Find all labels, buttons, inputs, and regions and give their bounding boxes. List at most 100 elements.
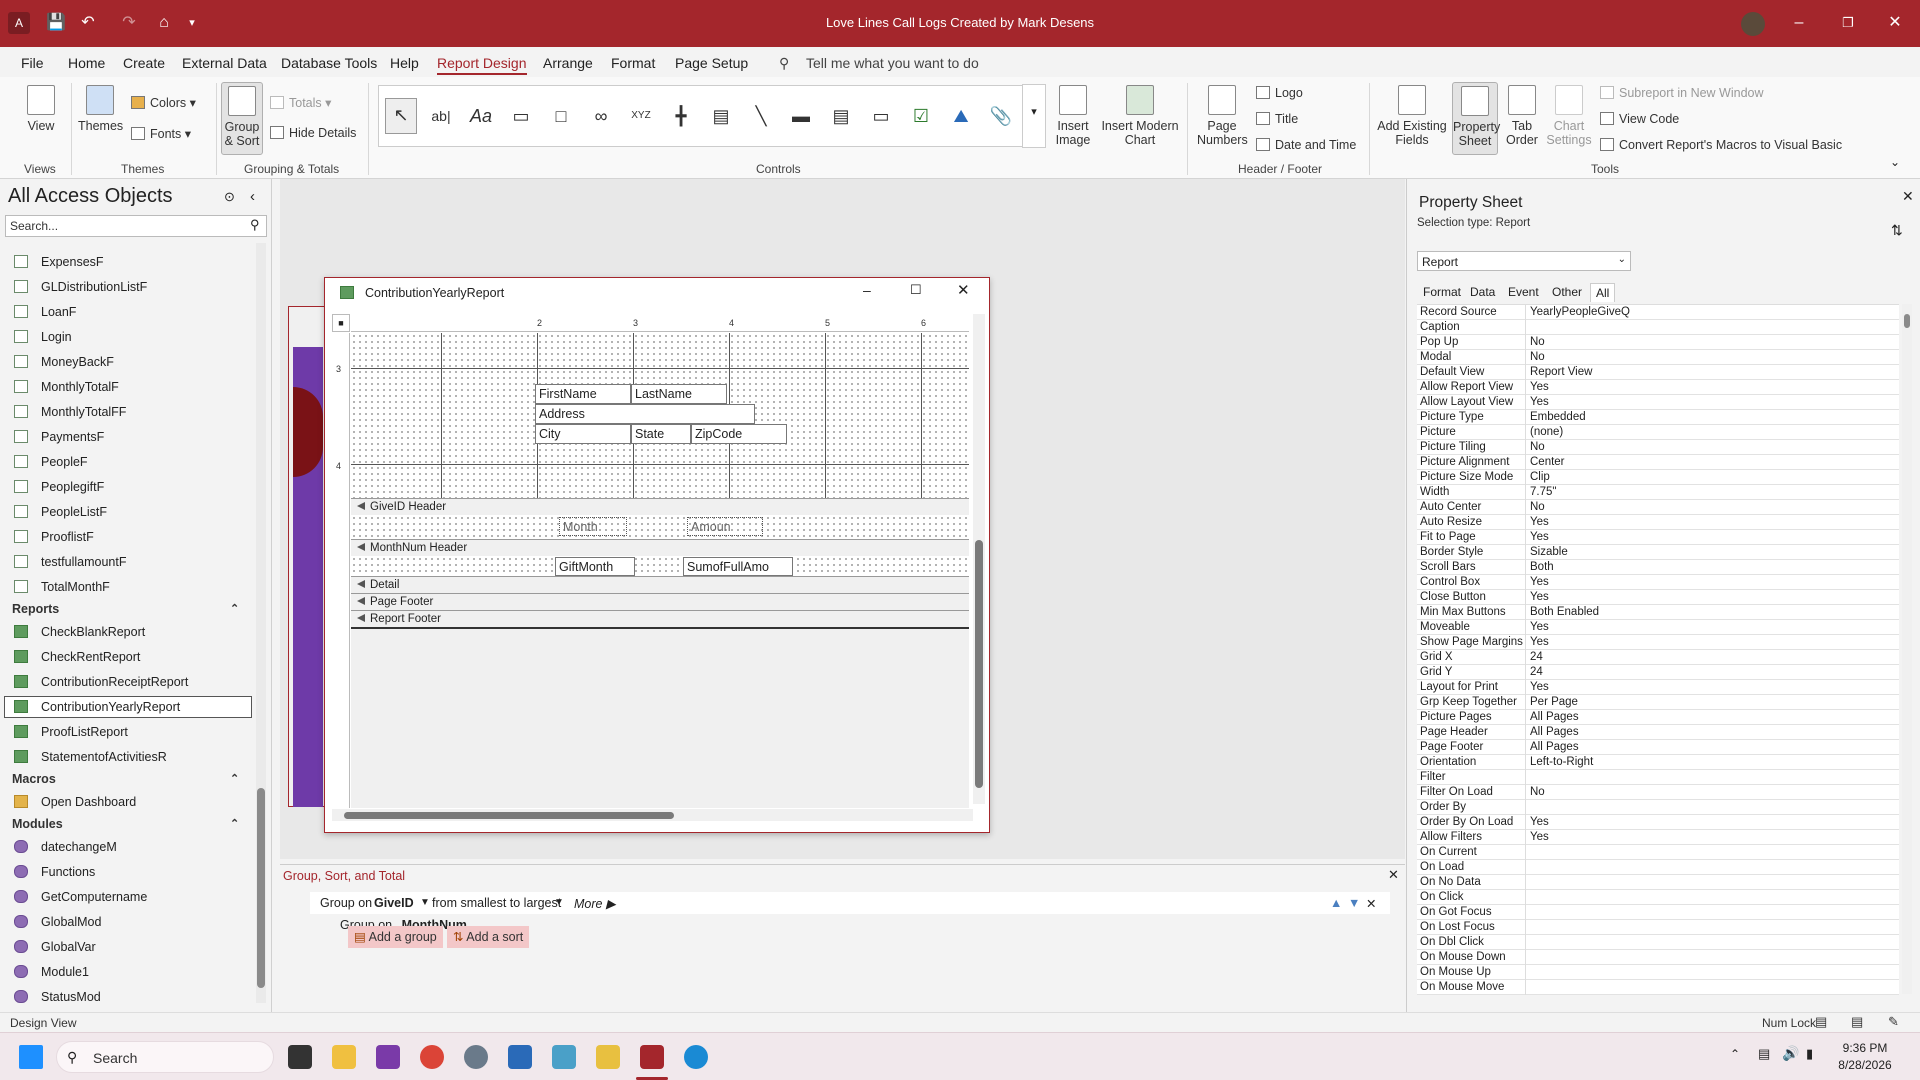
property-value[interactable]: 24 [1530,665,1543,679]
colors-button[interactable]: Colors ▾ [131,95,196,110]
dropdown-arrow-icon[interactable]: ▼ [420,897,430,908]
property-row[interactable]: On Lost Focus [1417,920,1899,935]
tab-arrange[interactable]: Arrange [543,55,593,71]
property-value[interactable]: Yes [1530,530,1549,544]
controls-more-icon[interactable]: ▾ [1022,84,1046,148]
property-value[interactable]: Yes [1530,395,1549,409]
nav-item-form[interactable]: testfullamountF [14,555,126,569]
tab-database-tools[interactable]: Database Tools [281,55,377,71]
property-value[interactable]: Yes [1530,515,1549,529]
property-row[interactable]: On Mouse Down [1417,950,1899,965]
tab-order-button[interactable]: Tab Order [1502,85,1542,147]
nav-item-module[interactable]: StatusMod [14,990,101,1004]
page-break-icon[interactable]: ╋ [665,100,697,132]
minimize-button[interactable]: – [1784,10,1814,36]
collapse-ribbon-icon[interactable]: ⌄ [1890,155,1900,169]
report-design-window[interactable]: ContributionYearlyReport – ☐ ✕ ■ 2 3 4 5… [324,277,990,833]
property-value[interactable]: Sizable [1530,545,1568,559]
lastname-field[interactable]: LastName [631,384,727,404]
nav-item-module[interactable]: Module1 [14,965,89,979]
property-row[interactable]: Auto Center No [1417,500,1899,515]
nav-item-report[interactable]: StatementofActivitiesR [14,750,167,764]
property-row[interactable]: Allow Layout View Yes [1417,395,1899,410]
property-value[interactable]: 24 [1530,650,1543,664]
report-hscroll-thumb[interactable] [344,812,674,819]
user-avatar[interactable] [1741,12,1765,36]
property-value[interactable]: Clip [1530,470,1550,484]
prop-tab-data[interactable]: Data [1465,283,1500,301]
property-row[interactable]: Grid X 24 [1417,650,1899,665]
tab-report-design[interactable]: Report Design [437,55,527,75]
property-row[interactable]: Record Source YearlyPeopleGiveQ [1417,305,1899,320]
report-scroll-thumb[interactable] [975,540,983,788]
report-maximize-button[interactable]: ☐ [910,282,922,298]
nav-search-input[interactable]: Search... [5,215,267,237]
property-value[interactable]: Yes [1530,620,1549,634]
nav-item-form[interactable]: PeoplegiftF [14,480,104,494]
sumoffullamount-field[interactable]: SumofFullAmo [683,557,793,576]
move-up-icon[interactable]: ▲ [1330,896,1342,910]
monthnum-header-section[interactable]: MonthNum Header [351,539,969,556]
hide-details-button[interactable]: Hide Details [270,126,356,140]
property-row[interactable]: Allow Report View Yes [1417,380,1899,395]
month-label[interactable]: Month [559,517,627,536]
detail-section[interactable]: Detail [351,576,969,593]
nav-item-form[interactable]: PeopleListF [14,505,107,519]
property-value[interactable]: Per Page [1530,695,1578,709]
property-row[interactable]: Modal No [1417,350,1899,365]
button-control-icon[interactable]: ▭ [505,100,537,132]
access-taskbar-icon[interactable] [640,1045,664,1069]
page-footer-section[interactable]: Page Footer [351,593,969,610]
property-row[interactable]: Picture Tiling No [1417,440,1899,455]
nav-item-form[interactable]: LoanF [14,305,76,319]
property-value[interactable]: No [1530,350,1545,364]
group-field-dropdown[interactable]: GiveID [374,896,414,910]
clock-time[interactable]: 9:36 PM [1820,1041,1910,1055]
select-pointer-icon[interactable]: ↖ [385,98,417,134]
property-row[interactable]: Show Page Margins Yes [1417,635,1899,650]
property-value[interactable]: No [1530,500,1545,514]
show-hidden-icons[interactable]: ⌃ [1730,1047,1740,1061]
taskbar-search-box[interactable]: ⚲ Search [56,1041,274,1073]
property-row[interactable]: Fit to Page Yes [1417,530,1899,545]
property-row[interactable]: Page Header All Pages [1417,725,1899,740]
nav-item-report[interactable]: CheckRentReport [14,650,140,664]
property-row[interactable]: Picture Size Mode Clip [1417,470,1899,485]
battery-icon[interactable]: ▮ [1806,1046,1813,1062]
toggle-button-icon[interactable]: ▬ [785,100,817,132]
textbox-control-icon[interactable]: ab| [425,100,457,132]
themes-button[interactable]: Themes [78,85,123,133]
report-vertical-scrollbar[interactable] [973,314,985,804]
group-level-giveid[interactable]: Group on GiveID ▼ from smallest to large… [310,892,1390,914]
property-value[interactable]: Left-to-Right [1530,755,1593,769]
nav-item-form[interactable]: ExpensesF [14,255,104,269]
move-down-icon[interactable]: ▼ [1348,896,1360,910]
close-pane-icon[interactable]: ✕ [1902,188,1914,205]
settings-icon[interactable] [464,1045,488,1069]
nav-item-form[interactable]: Login [14,330,72,344]
label-control-icon[interactable]: Aa [465,100,497,132]
add-group-button[interactable]: ▤ Add a group [348,926,443,948]
group-sort-button[interactable]: Group & Sort [221,82,263,155]
nav-item-module[interactable]: Functions [14,865,95,879]
property-row[interactable]: Default View Report View [1417,365,1899,380]
report-close-button[interactable]: ✕ [957,281,970,299]
line-control-icon[interactable]: ╲ [745,100,777,132]
combo-box-icon[interactable]: ▤ [705,100,737,132]
edge-icon[interactable] [684,1045,708,1069]
nav-item-form[interactable]: ProoflistF [14,530,94,544]
property-row[interactable]: On Current [1417,845,1899,860]
date-time-button[interactable]: Date and Time [1256,138,1356,152]
design-view-icon[interactable]: ✎ [1888,1014,1899,1030]
view-button[interactable]: View [22,85,60,133]
nav-item-module[interactable]: GetComputername [14,890,147,904]
nav-item-module[interactable]: datechangeM [14,840,117,854]
tab-page-setup[interactable]: Page Setup [675,55,748,71]
property-row[interactable]: Picture Pages All Pages [1417,710,1899,725]
insert-chart-button[interactable]: Insert Modern Chart [1100,85,1180,147]
tab-format[interactable]: Format [611,55,655,71]
property-row[interactable]: Layout for Print Yes [1417,680,1899,695]
property-value[interactable]: Center [1530,455,1565,469]
property-row[interactable]: Picture Type Embedded [1417,410,1899,425]
property-value[interactable]: YearlyPeopleGiveQ [1530,305,1630,319]
